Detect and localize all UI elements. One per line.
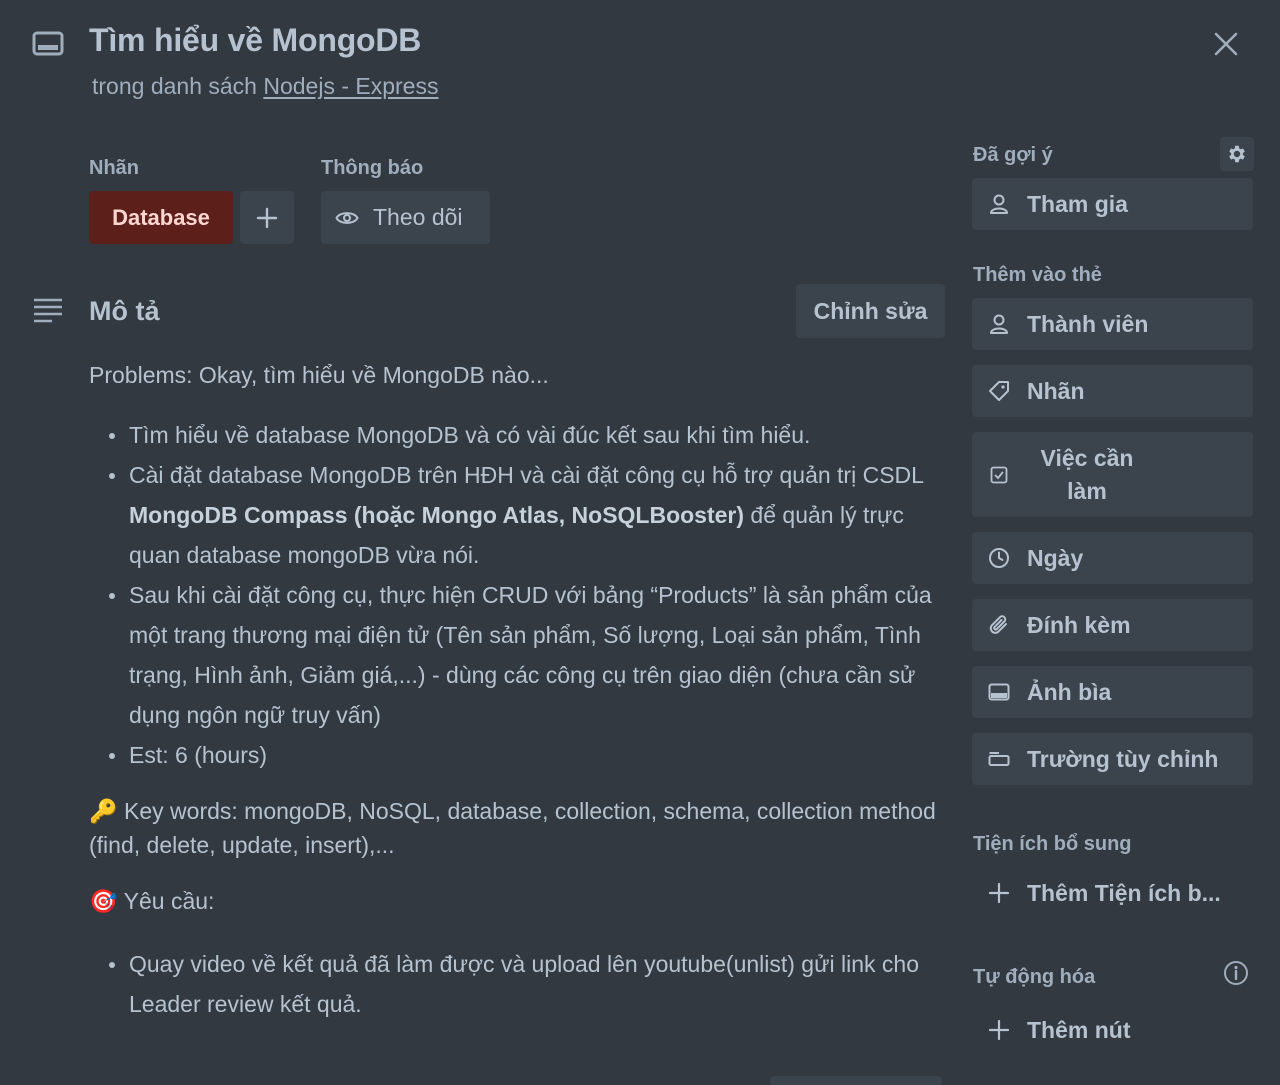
list-prefix: trong danh sách [92,73,257,99]
add-label-button[interactable] [240,191,294,244]
custom-fields-button[interactable]: Trường tùy chỉnh [972,733,1253,785]
list-item: Sau khi cài đặt công cụ, thực hiện CRUD … [107,575,949,735]
watch-label: Theo dõi [373,204,463,230]
add-powerup-button[interactable]: Thêm Tiện ích b... [972,867,1253,919]
plus-icon [987,881,1011,905]
cover-button[interactable]: Ảnh bìa [972,666,1253,718]
dates-button[interactable]: Ngày [972,532,1253,584]
target-icon: 🎯 [89,889,118,915]
checkbox-icon [987,463,1011,487]
suggested-settings-button[interactable] [1220,137,1254,171]
custom-field-icon [987,747,1011,771]
join-button[interactable]: Tham gia [972,178,1253,230]
label-chip-database[interactable]: Database [89,191,233,244]
plus-icon [256,207,278,228]
automation-heading: Tự động hóa [973,966,1096,988]
key-icon: 🔑 [89,799,118,825]
paperclip-icon [987,613,1011,637]
list-item: Cài đặt database MongoDB trên HĐH và cài… [107,455,949,575]
clock-icon [987,546,1011,570]
description-icon [32,296,64,326]
close-button[interactable] [1206,24,1246,64]
checklist-button[interactable]: Việc cần làm [972,432,1253,517]
list-item: Tìm hiểu về database MongoDB và có vài đ… [107,415,949,455]
list-link[interactable]: Nodejs - Express [263,73,438,99]
eye-icon [335,211,359,224]
tag-icon [987,379,1011,403]
task-list: Tìm hiểu về database MongoDB và có vài đ… [89,415,949,775]
suggested-heading: Đã gợi ý [973,144,1053,166]
watch-button[interactable]: Theo dõi [321,191,490,244]
list-item: Est: 6 (hours) [107,735,949,775]
attachment-button[interactable]: Đính kèm [972,599,1253,651]
person-icon [987,312,1011,336]
description-intro: Problems: Okay, tìm hiểu về MongoDB nào.… [89,362,549,388]
description-heading: Mô tả [89,296,160,326]
notifications-heading: Thông báo [321,157,424,179]
card-icon [32,30,64,58]
powerups-heading: Tiện ích bổ sung [973,833,1132,855]
plus-icon [987,1018,1011,1042]
members-button[interactable]: Thành viên [972,298,1253,350]
edit-description-button[interactable]: Chỉnh sửa [796,284,945,338]
list-item: Quay video về kết quả đã làm được và upl… [107,944,949,1024]
partial-button[interactable] [770,1076,942,1085]
keywords: 🔑 Key words: mongoDB, NoSQL, database, c… [89,798,936,858]
close-icon [1214,32,1238,56]
info-icon[interactable] [1222,959,1250,987]
card-cover-icon [987,680,1011,704]
labels-heading: Nhãn [89,157,139,179]
person-icon [987,192,1011,216]
card-title[interactable]: Tìm hiểu về MongoDB [89,22,421,59]
description-body[interactable]: Problems: Okay, tìm hiểu về MongoDB nào.… [89,355,949,1024]
labels-button[interactable]: Nhãn [972,365,1253,417]
requirements-list: Quay video về kết quả đã làm được và upl… [89,944,949,1024]
add-automation-button[interactable]: Thêm nút [972,1004,1253,1056]
card-list-info: trong danh sách Nodejs - Express [92,73,438,100]
gear-icon [1229,145,1245,163]
add-to-card-heading: Thêm vào thẻ [973,264,1102,286]
requirements-heading: 🎯 Yêu cầu: [89,888,215,915]
